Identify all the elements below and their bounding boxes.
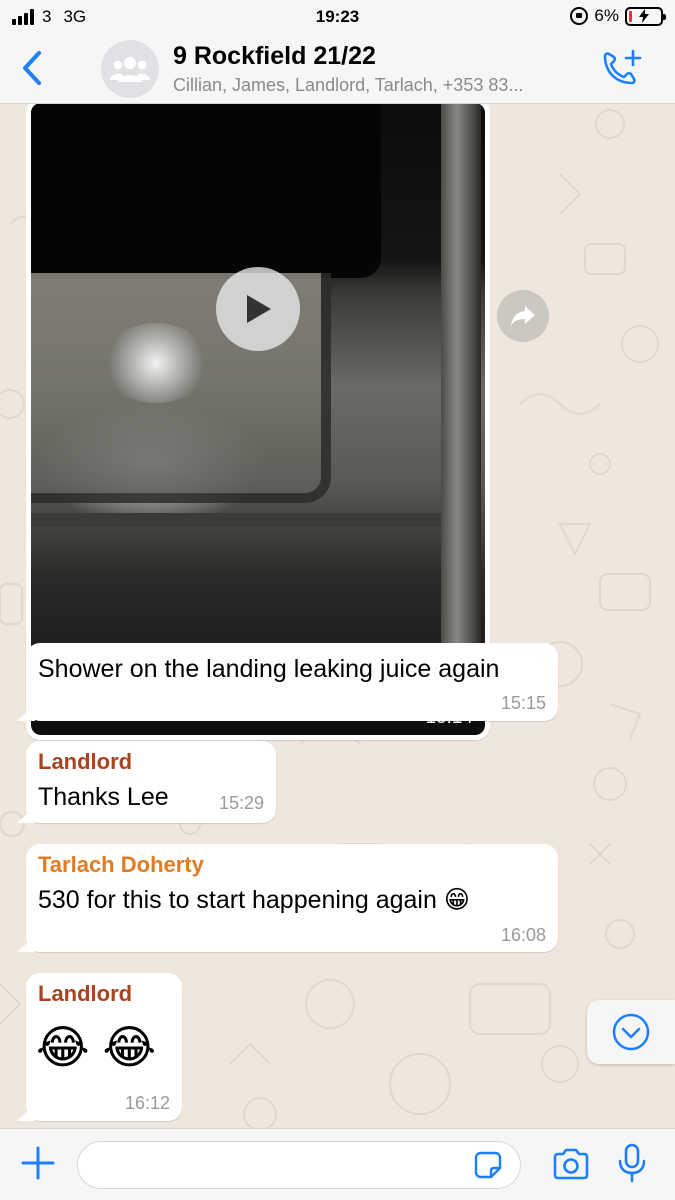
- message-bubble[interactable]: Landlord Thanks Lee 15:29: [17, 741, 276, 823]
- message-text: 530 for this to start happening again 😁: [38, 886, 470, 914]
- message-text: Thanks Lee: [38, 783, 169, 811]
- input-bar: [0, 1128, 675, 1200]
- chat-title[interactable]: 9 Rockfield 21/22: [173, 42, 376, 71]
- status-bar: 3 3G 19:23 6%: [0, 0, 675, 34]
- scroll-down-button[interactable]: [587, 1000, 675, 1064]
- play-button[interactable]: [216, 267, 300, 351]
- camera-button[interactable]: [552, 1147, 590, 1183]
- battery-icon: [625, 6, 666, 26]
- message-text: Shower on the landing leaking juice agai…: [38, 655, 500, 683]
- camera-icon: [553, 1148, 589, 1180]
- battery-percent: 6%: [594, 6, 619, 25]
- sticker-button[interactable]: [472, 1149, 504, 1181]
- forward-icon: [511, 306, 535, 326]
- chat-area[interactable]: 15:14 Shower on the landing leaking juic…: [0, 104, 675, 1128]
- plus-icon: [21, 1146, 55, 1180]
- message-time: 15:29: [218, 793, 264, 813]
- group-avatar[interactable]: [101, 40, 159, 98]
- message-time: 15:15: [500, 693, 546, 713]
- group-icon: [110, 57, 150, 82]
- forward-button[interactable]: [497, 290, 549, 342]
- sender-name[interactable]: Tarlach Doherty: [38, 852, 204, 878]
- message-text: 😂 😂: [36, 1021, 157, 1073]
- sticker-icon: [474, 1151, 502, 1179]
- message-bubble[interactable]: Tarlach Doherty 530 for this to start ha…: [17, 844, 558, 952]
- message-bubble[interactable]: Landlord 😂 😂 16:12: [17, 973, 182, 1121]
- microphone-icon: [618, 1143, 646, 1183]
- status-right: 6%: [570, 6, 666, 26]
- message-input[interactable]: [77, 1141, 521, 1189]
- add-call-icon: [603, 49, 642, 85]
- back-button[interactable]: [14, 48, 50, 88]
- chevron-left-icon: [23, 51, 41, 85]
- sender-name[interactable]: Landlord: [38, 749, 132, 775]
- microphone-button[interactable]: [618, 1143, 646, 1183]
- video-thumbnail[interactable]: 15:14: [31, 104, 485, 735]
- message-time: 16:12: [124, 1093, 170, 1113]
- chevron-down-icon: [612, 1013, 650, 1051]
- message-bubble[interactable]: Shower on the landing leaking juice agai…: [17, 643, 558, 721]
- add-call-button[interactable]: [599, 48, 643, 90]
- attach-button[interactable]: [20, 1145, 56, 1181]
- chat-participants[interactable]: Cillian, James, Landlord, Tarlach, +353 …: [173, 75, 583, 96]
- rotation-lock-icon: [570, 7, 589, 25]
- chat-header: 9 Rockfield 21/22 Cillian, James, Landlo…: [0, 34, 675, 104]
- play-icon: [247, 295, 271, 323]
- message-time: 16:08: [500, 925, 546, 945]
- sender-name[interactable]: Landlord: [38, 981, 132, 1007]
